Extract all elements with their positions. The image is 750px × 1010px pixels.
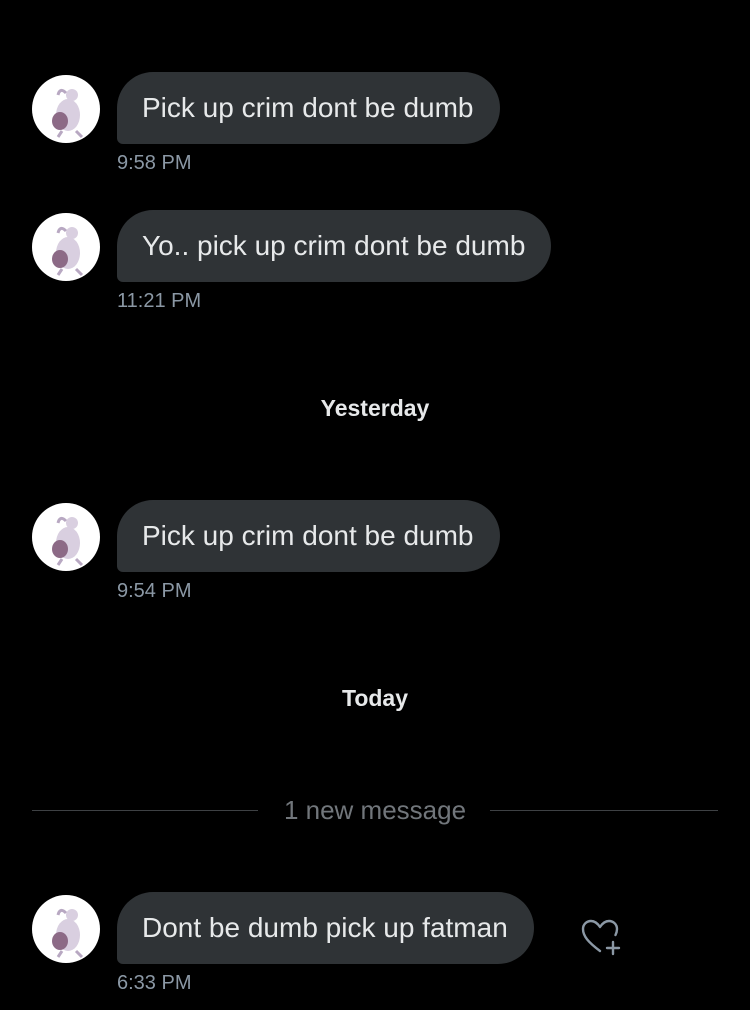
heart-plus-icon [581, 919, 621, 956]
message-timestamp: 11:21 PM [117, 290, 202, 312]
message-timestamp: 9:54 PM [117, 580, 192, 602]
avatar[interactable] [32, 75, 100, 143]
message-bubble[interactable]: Pick up crim dont be dumb [117, 500, 500, 572]
add-reaction-button[interactable] [580, 918, 624, 958]
mewtwo-avatar-icon [52, 908, 84, 959]
day-separator-yesterday: Yesterday [320, 395, 430, 421]
new-message-divider: 1 new message [32, 792, 718, 828]
message-timestamp: 9:58 PM [117, 152, 192, 174]
day-separator-today: Today [341, 685, 409, 711]
message-bubble[interactable]: Pick up crim dont be dumb [117, 72, 500, 144]
mewtwo-avatar-icon [52, 88, 84, 139]
avatar[interactable] [32, 503, 100, 571]
message-bubble[interactable]: Yo.. pick up crim dont be dumb [117, 210, 552, 282]
avatar[interactable] [32, 213, 100, 281]
mewtwo-avatar-icon [52, 516, 84, 567]
message-timestamp: 6:33 PM [117, 972, 192, 994]
mewtwo-avatar-icon [52, 226, 84, 277]
message-bubble[interactable]: Dont be dumb pick up fatman [117, 892, 534, 964]
divider-line [490, 810, 718, 811]
avatar[interactable] [32, 895, 100, 963]
